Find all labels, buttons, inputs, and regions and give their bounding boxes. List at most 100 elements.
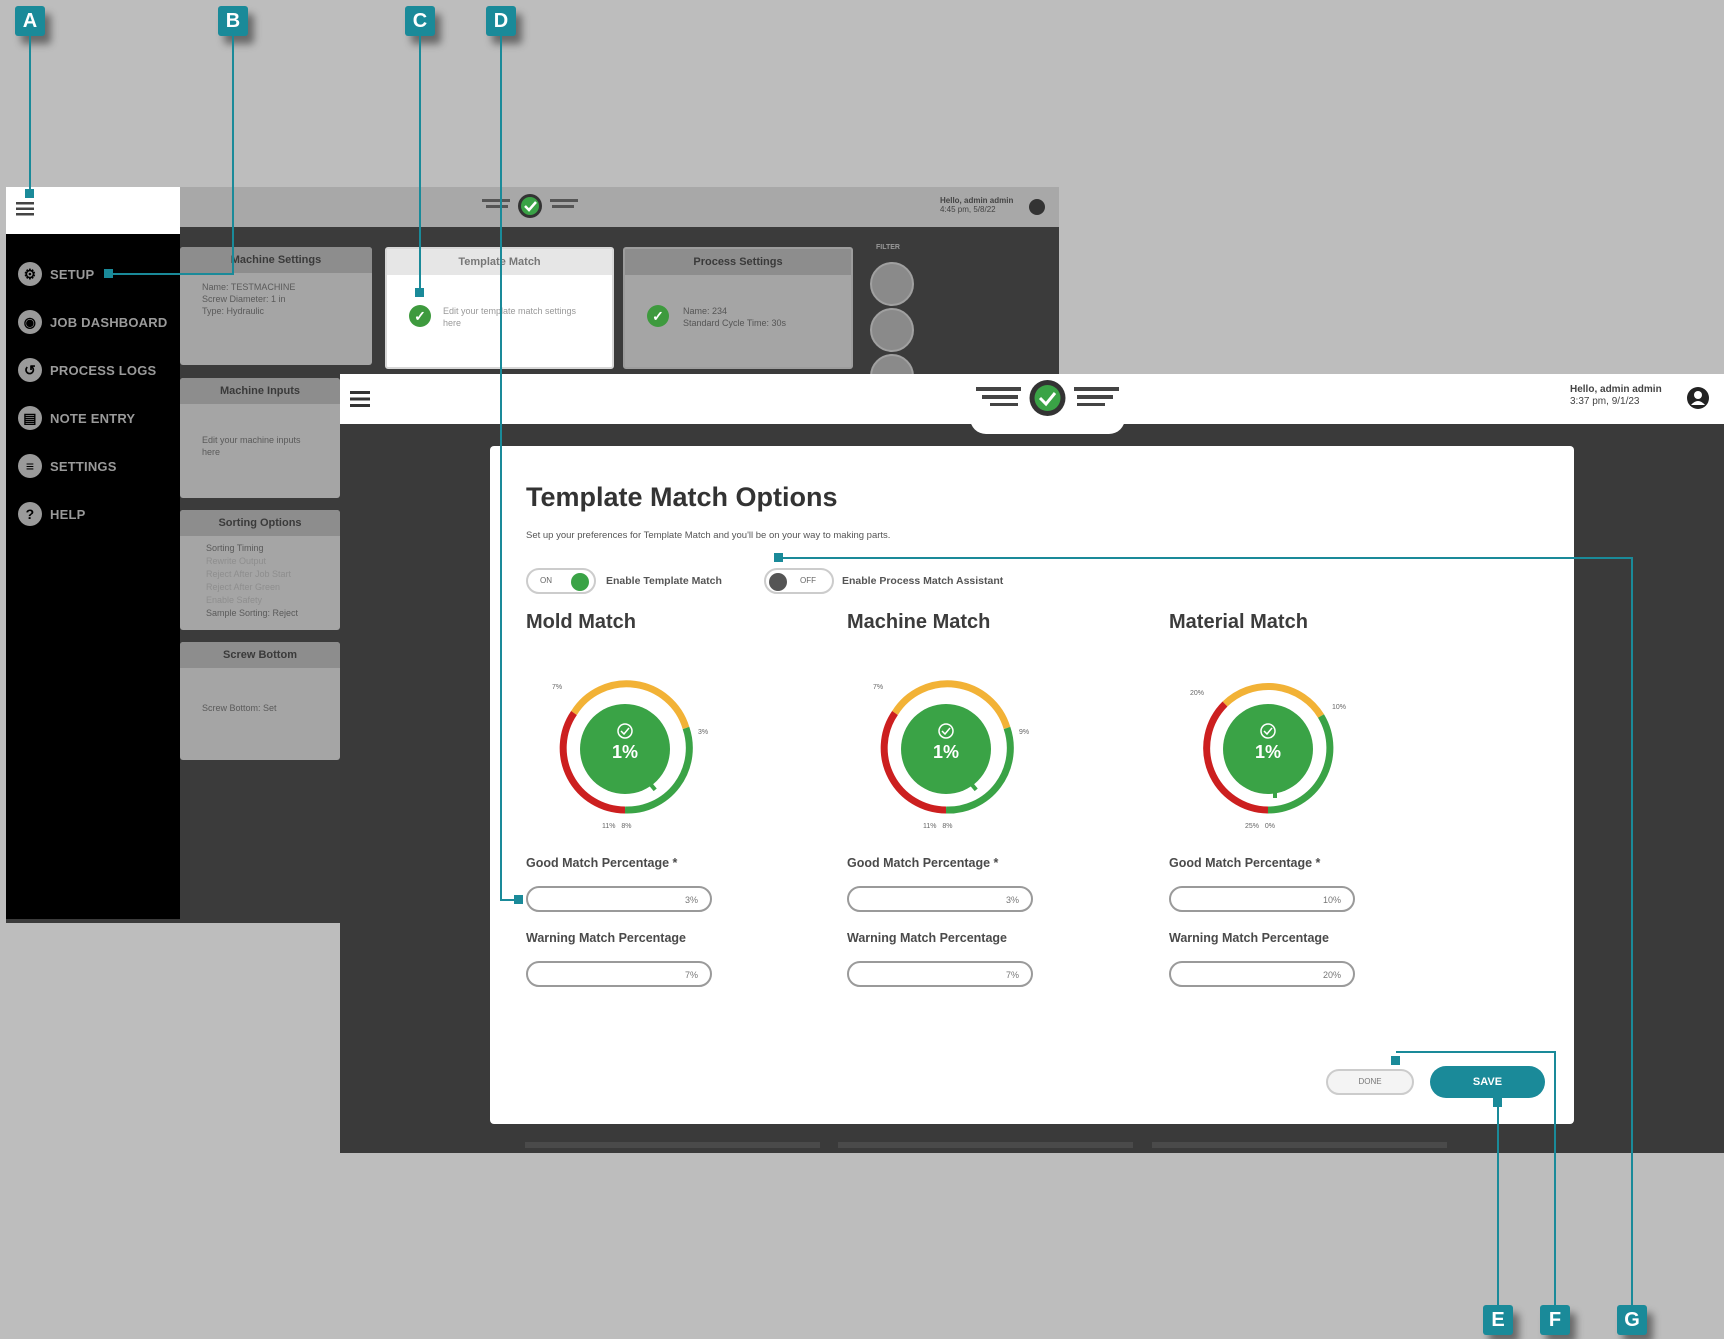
sidebar-item-label: SETUP <box>50 266 95 282</box>
callout-line <box>232 36 234 274</box>
back-user-info: Hello, admin admin 4:45 pm, 5/8/22 <box>940 196 1013 214</box>
material-good-match-input[interactable]: 10% <box>1169 886 1355 912</box>
gauge-label: 11% 8% <box>923 823 953 830</box>
callout-line <box>1396 1051 1556 1053</box>
sidebar-item-settings[interactable]: ≡ SETTINGS <box>18 452 117 480</box>
card-title: Sorting Options <box>180 510 340 536</box>
front-greeting: Hello, admin admin <box>1570 384 1662 395</box>
gauge-label: 9% <box>1019 729 1030 736</box>
card-text: Screw Bottom: Set <box>202 703 277 713</box>
sidebar-item-label: HELP <box>50 506 86 522</box>
machine-settings-card[interactable]: Machine Settings Name: TESTMACHINE Screw… <box>180 247 372 365</box>
warning-match-label: Warning Match Percentage <box>526 931 686 945</box>
filter-mold-button[interactable] <box>870 262 914 306</box>
machine-warning-match-input[interactable]: 7% <box>847 961 1033 987</box>
callout-f: F <box>1540 1305 1570 1335</box>
good-match-label: Good Match Percentage * <box>1169 856 1321 870</box>
back-greeting: Hello, admin admin <box>940 196 1014 205</box>
save-button[interactable]: SAVE <box>1430 1066 1545 1098</box>
warning-match-label: Warning Match Percentage <box>1169 931 1329 945</box>
mold-match-title: Mold Match <box>526 611 636 633</box>
back-header: Hello, admin admin 4:45 pm, 5/8/22 <box>180 187 1059 227</box>
card-text: Edit your machine inputs here <box>202 435 301 457</box>
callout-g: G <box>1617 1305 1647 1335</box>
material-match-value: 1% <box>1254 742 1281 762</box>
toggle-knob <box>571 573 589 591</box>
toggle-state: OFF <box>800 576 816 585</box>
machine-inputs-card[interactable]: Machine Inputs Edit your machine inputs … <box>180 378 340 498</box>
card-body: Sorting Timing Rewrite Output Reject Aft… <box>180 536 340 620</box>
front-user-info: Hello, admin admin 3:37 pm, 9/1/23 <box>1570 384 1662 408</box>
list-item: Reject After Green <box>206 582 281 592</box>
account-icon[interactable] <box>1686 386 1710 415</box>
list-item: Sorting Timing <box>206 543 264 553</box>
card-title: Process Settings <box>625 249 851 275</box>
material-match-title: Material Match <box>1169 611 1308 633</box>
card-edge <box>525 1142 820 1148</box>
back-logo <box>480 191 580 221</box>
card-title: Machine Settings <box>180 247 372 273</box>
card-title: Screw Bottom <box>180 642 340 668</box>
callout-line <box>500 36 502 900</box>
card-text: Name: 234 Standard Cycle Time: 30s <box>683 305 786 329</box>
callout-dot <box>104 269 113 278</box>
list-item: Rewrite Output <box>206 556 267 566</box>
mold-match-value: 1% <box>611 742 638 762</box>
material-warning-match-input[interactable]: 20% <box>1169 961 1355 987</box>
callout-b: B <box>218 6 248 36</box>
sidebar-menu: ⚙ SETUP ◉ JOB DASHBOARD ↺ PROCESS LOGS ▤ NOT… <box>6 234 180 919</box>
mold-good-match-input[interactable]: 3% <box>526 886 712 912</box>
callout-a: A <box>15 6 45 36</box>
callout-dot <box>514 895 523 904</box>
machine-match-title: Machine Match <box>847 611 991 633</box>
note-icon: ▤ <box>18 406 42 430</box>
callout-dot <box>1493 1098 1502 1107</box>
mold-warning-match-input[interactable]: 7% <box>526 961 712 987</box>
sidebar-item-help[interactable]: ? HELP <box>18 500 85 528</box>
filter-machine-button[interactable] <box>870 308 914 352</box>
good-match-label: Good Match Percentage * <box>847 856 999 870</box>
sidebar-item-process-logs[interactable]: ↺ PROCESS LOGS <box>18 356 156 384</box>
callout-e: E <box>1483 1305 1513 1335</box>
callout-line <box>1554 1051 1556 1305</box>
sidebar-item-setup[interactable]: ⚙ SETUP <box>18 260 94 288</box>
sidebar-item-label: SETTINGS <box>50 458 117 474</box>
enable-process-match-assistant-toggle[interactable]: OFF <box>764 568 834 594</box>
screw-bottom-card[interactable]: Screw Bottom Screw Bottom: Set <box>180 642 340 760</box>
toggle-state: ON <box>540 576 552 585</box>
enable-process-match-assistant-label: Enable Process Match Assistant <box>842 575 1004 587</box>
gauge-label: 7% <box>873 684 884 691</box>
card-body: Name: TESTMACHINE Screw Diameter: 1 in T… <box>180 273 372 325</box>
good-match-label: Good Match Percentage * <box>526 856 678 870</box>
card-edge <box>838 1142 1133 1148</box>
check-icon: ✓ <box>409 305 431 327</box>
hamburger-menu-icon[interactable] <box>16 201 34 222</box>
card-line: Name: 234 <box>683 306 728 316</box>
sidebar-item-note-entry[interactable]: ▤ NOTE ENTRY <box>18 404 135 432</box>
callout-dot <box>415 288 424 297</box>
sorting-options-card[interactable]: Sorting Options Sorting Timing Rewrite O… <box>180 510 340 630</box>
callout-dot <box>1391 1056 1400 1065</box>
card-text: Edit your template match settings here <box>443 306 577 328</box>
dialog-title: Template Match Options <box>526 482 838 512</box>
callout-d: D <box>486 6 516 36</box>
gauge-label: 10% <box>1332 704 1347 711</box>
callout-line <box>29 36 31 191</box>
enable-template-match-label: Enable Template Match <box>606 575 722 587</box>
sidebar-item-job-dashboard[interactable]: ◉ JOB DASHBOARD <box>18 308 167 336</box>
enable-template-match-toggle[interactable]: ON <box>526 568 596 594</box>
help-icon: ? <box>18 502 42 526</box>
gauge-label: 25% 0% <box>1245 823 1275 830</box>
card-edge <box>1152 1142 1447 1148</box>
warning-match-label: Warning Match Percentage <box>847 931 1007 945</box>
gauge-label: 7% <box>552 684 563 691</box>
back-account-icon[interactable] <box>1029 199 1045 215</box>
sidebar-item-label: JOB DASHBOARD <box>50 314 168 330</box>
done-button[interactable]: DONE <box>1326 1069 1414 1095</box>
sliders-icon: ≡ <box>18 454 42 478</box>
machine-good-match-input[interactable]: 3% <box>847 886 1033 912</box>
card-line: Name: TESTMACHINE <box>202 282 296 292</box>
toggle-knob <box>769 573 787 591</box>
process-settings-card[interactable]: Process Settings ✓ Name: 234 Standard Cy… <box>623 247 853 369</box>
hamburger-menu-icon[interactable] <box>350 390 370 413</box>
